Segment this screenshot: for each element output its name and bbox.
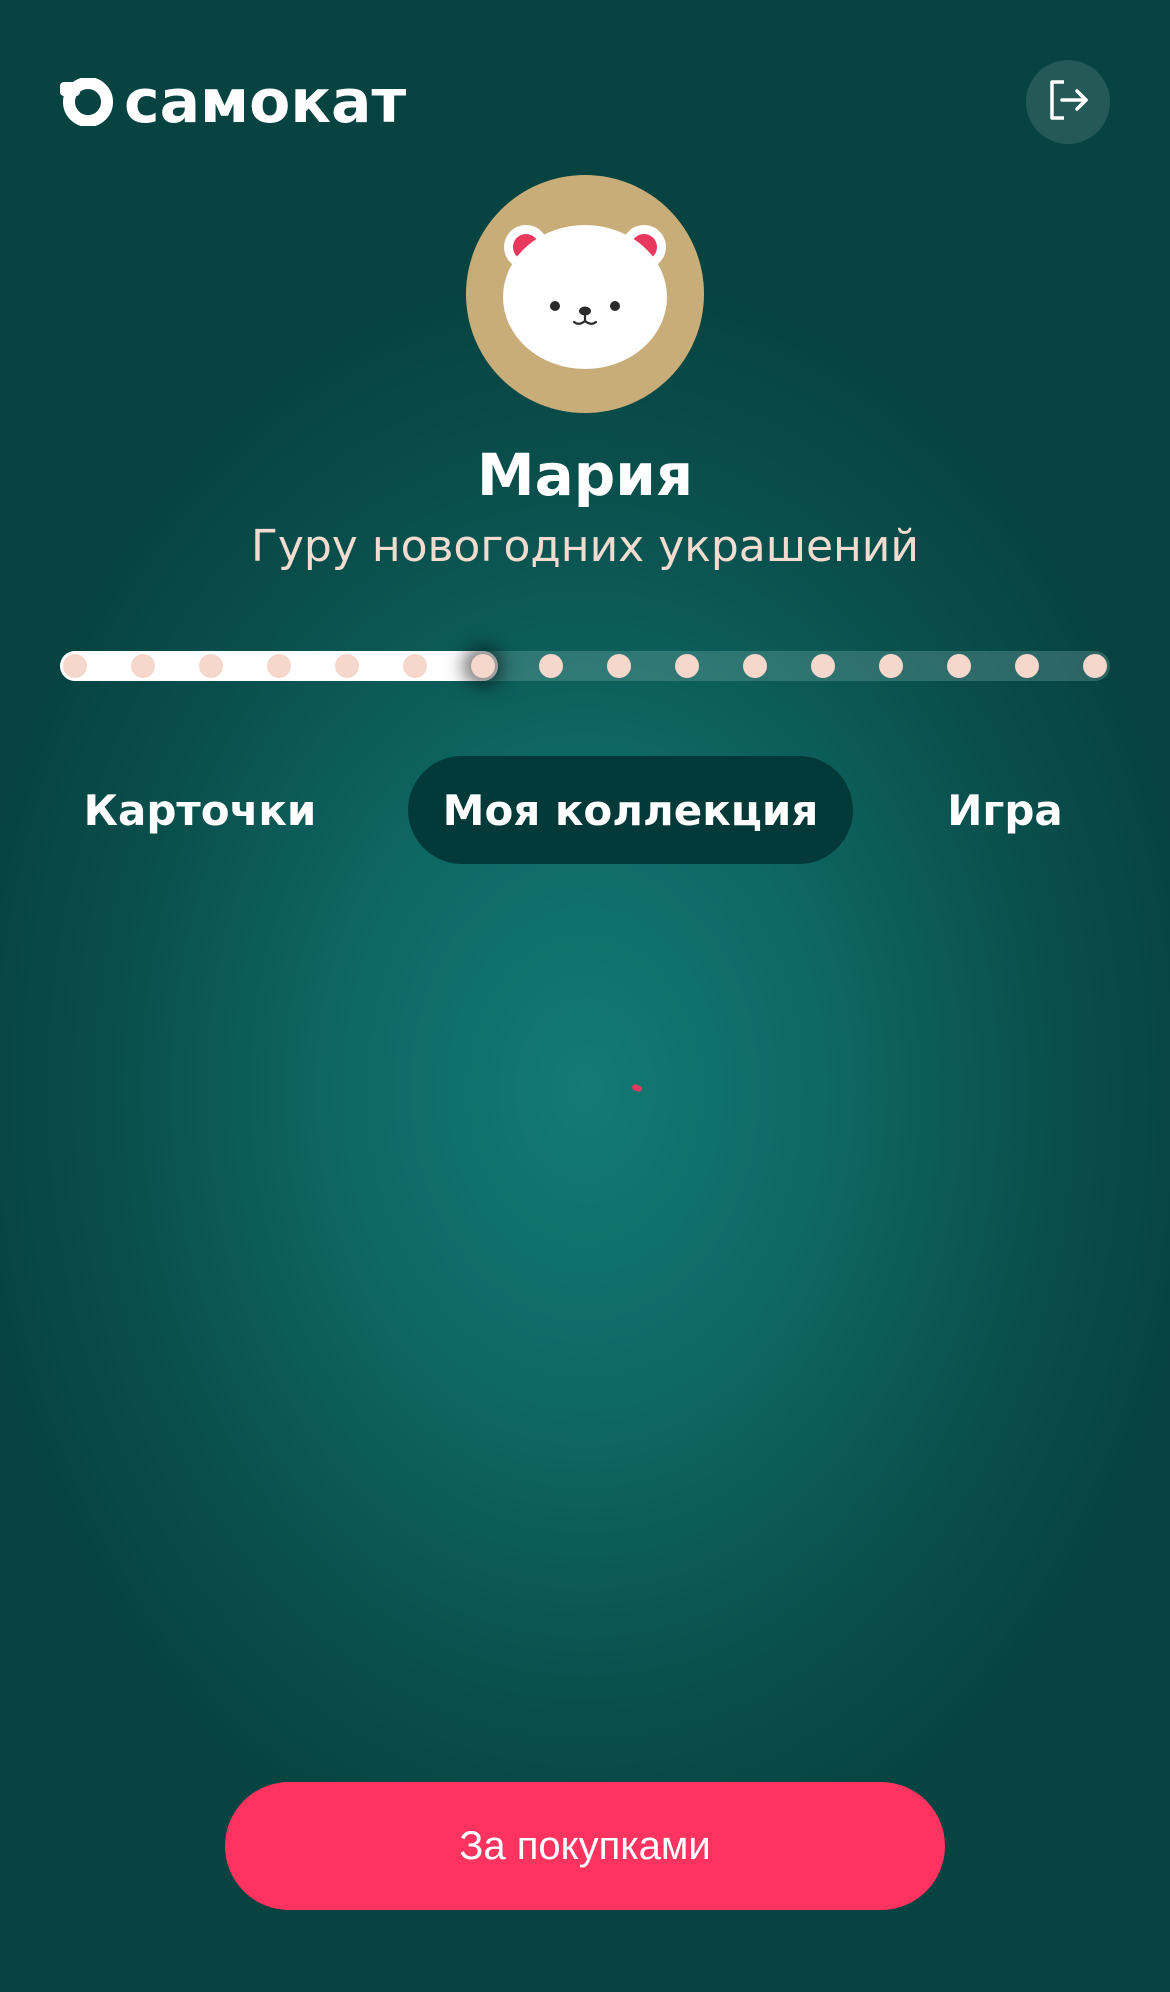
- progress-dot: [811, 654, 835, 678]
- loading-indicator: [631, 1083, 643, 1093]
- progress-dot: [743, 654, 767, 678]
- progress-dot: [607, 654, 631, 678]
- tab-bar: Карточки Моя коллекция Игра: [60, 756, 1110, 864]
- tab-cards[interactable]: Карточки: [84, 756, 317, 864]
- samokat-logo: самокат: [60, 67, 407, 137]
- user-title: Гуру новогодних украшений: [250, 521, 919, 572]
- logout-icon: [1046, 78, 1090, 126]
- progress-dot: [267, 654, 291, 678]
- brand-name: самокат: [124, 67, 407, 137]
- progress-dot: [1015, 654, 1039, 678]
- progress-dot: [63, 654, 87, 678]
- progress-dot: [403, 654, 427, 678]
- logout-button[interactable]: [1026, 60, 1110, 144]
- user-name: Мария: [476, 441, 694, 509]
- progress-dot: [675, 654, 699, 678]
- progress-dot: [1083, 654, 1107, 678]
- level-progress-bar: [60, 651, 1110, 681]
- progress-dot: [335, 654, 359, 678]
- go-shopping-button[interactable]: За покупками: [225, 1782, 945, 1910]
- progress-dot: [471, 654, 495, 678]
- tab-my-collection[interactable]: Моя коллекция: [408, 756, 853, 864]
- samokat-logo-icon: [60, 77, 114, 127]
- tab-game[interactable]: Игра: [920, 756, 1090, 864]
- polar-bear-avatar-icon: [466, 225, 704, 413]
- progress-dot: [879, 654, 903, 678]
- avatar: [466, 175, 704, 413]
- game-screen: самокат Мария Гуру новогодних украшений …: [0, 0, 1170, 1992]
- progress-dot: [539, 654, 563, 678]
- progress-dot: [947, 654, 971, 678]
- progress-dot: [199, 654, 223, 678]
- progress-dot: [131, 654, 155, 678]
